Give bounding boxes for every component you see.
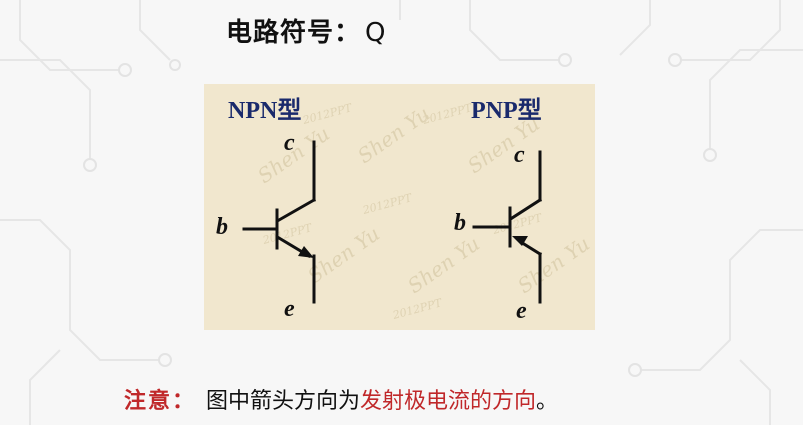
page-title: 电路符号： Q: [226, 12, 386, 49]
watermark-year-6: 2012PPT: [390, 296, 444, 322]
watermark-year-1: 2012PPT: [300, 101, 354, 127]
pnp-heading: PNP型: [471, 97, 542, 124]
pnp-label-b: b: [454, 210, 466, 236]
note-prefix: 注意：: [124, 389, 197, 414]
npn-collector-diagonal: [276, 197, 317, 223]
watermark-6: Shen Yu: [513, 231, 594, 298]
watermark-5: Shen Yu: [403, 231, 484, 298]
watermark-year-2: 2012PPT: [420, 101, 474, 127]
pnp-label-c: c: [514, 142, 525, 168]
note-plain-text: 图中箭头方向为: [206, 389, 361, 414]
npn-label-b: b: [216, 214, 228, 240]
npn-label-c: c: [284, 130, 295, 156]
npn-heading: NPN型: [228, 97, 301, 124]
transistor-symbols: Shen Yu Shen Yu Shen Yu Shen Yu Shen Yu …: [216, 97, 594, 324]
transistor-symbol-diagram: Shen Yu Shen Yu Shen Yu Shen Yu Shen Yu …: [204, 84, 595, 330]
npn-label-e: e: [284, 296, 295, 322]
note-emphasis: 发射极电流的方向: [360, 389, 537, 414]
arrow-direction-note: 注意： 图中箭头方向为发射极电流的方向。: [124, 383, 558, 415]
pnp-emitter-diagonal: [521, 241, 543, 257]
title-label: 电路符号：: [226, 18, 362, 48]
watermark-2: Shen Yu: [353, 101, 434, 168]
note-end: 。: [536, 389, 559, 414]
pnp-label-e: e: [516, 298, 527, 324]
title-symbol: Q: [365, 18, 387, 48]
npn-transistor: NPN型 c b e: [216, 97, 317, 322]
watermark-year-3: 2012PPT: [360, 191, 414, 217]
